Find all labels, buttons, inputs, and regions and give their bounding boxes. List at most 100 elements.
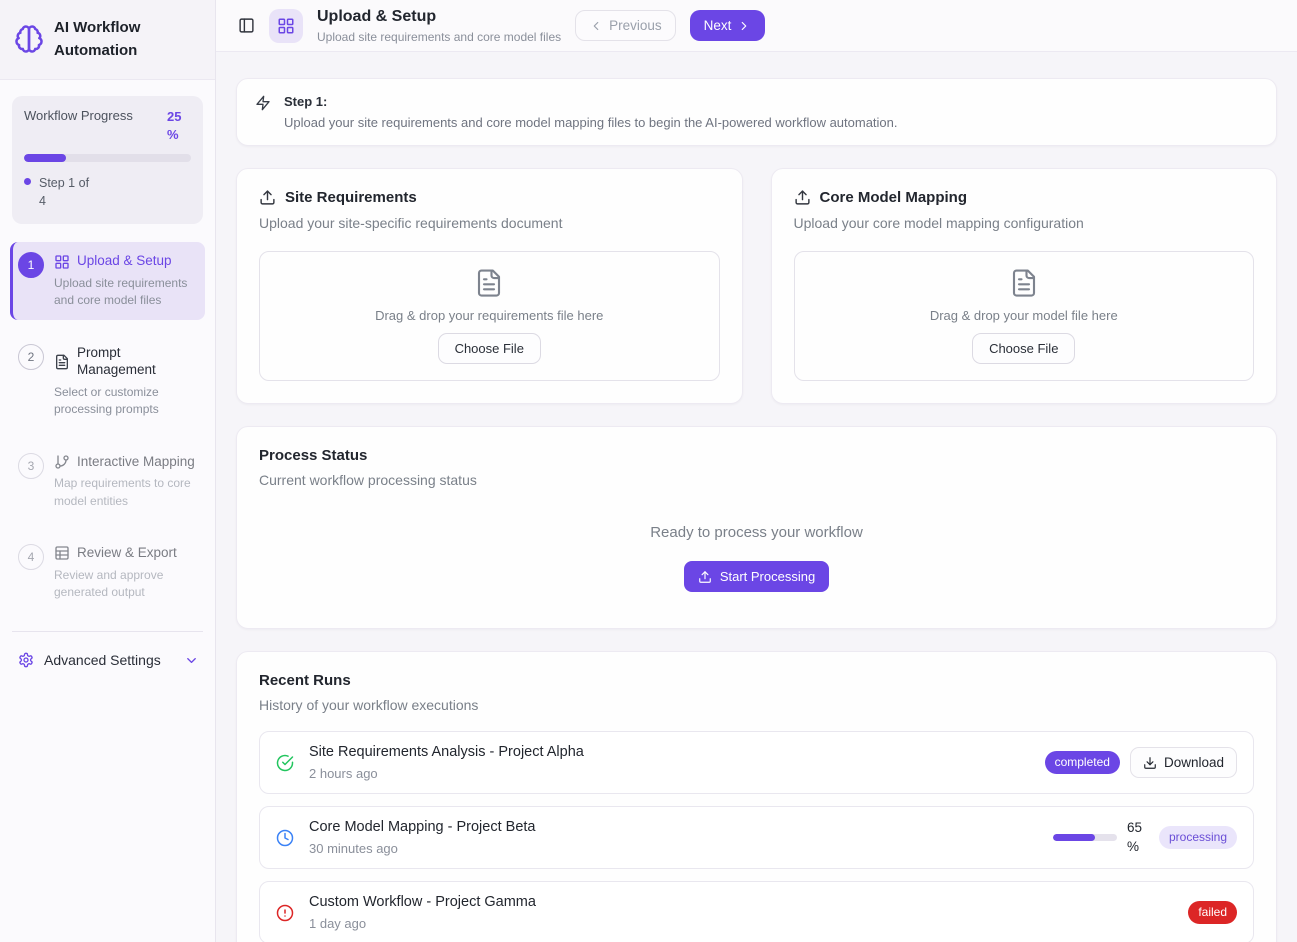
sidebar-item-desc: Upload site requirements and core model … bbox=[54, 275, 199, 310]
table-icon bbox=[54, 545, 70, 561]
sidebar: AI Workflow Automation Workflow Progress… bbox=[0, 0, 216, 942]
file-text-icon bbox=[474, 268, 504, 298]
upload-cards: Site Requirements Upload your site-speci… bbox=[236, 168, 1277, 404]
sidebar-header: AI Workflow Automation bbox=[0, 0, 215, 80]
gear-icon bbox=[18, 652, 34, 668]
process-status-subtitle: Current workflow processing status bbox=[259, 472, 1254, 488]
step-number: 4 bbox=[18, 544, 44, 570]
run-name: Core Model Mapping - Project Beta bbox=[309, 819, 535, 835]
alert-circle-icon bbox=[276, 904, 294, 922]
run-percent: 65 % bbox=[1127, 819, 1149, 855]
chevron-down-icon bbox=[184, 653, 199, 668]
ready-text: Ready to process your workflow bbox=[650, 524, 863, 541]
next-button-label: Next bbox=[704, 18, 732, 33]
layout-grid-icon bbox=[277, 17, 295, 35]
dropzone-hint: Drag & drop your model file here bbox=[930, 308, 1118, 323]
advanced-settings-toggle[interactable]: Advanced Settings bbox=[0, 646, 215, 674]
previous-button-label: Previous bbox=[609, 18, 662, 33]
run-name: Custom Workflow - Project Gamma bbox=[309, 894, 536, 910]
step-banner-text: Upload your site requirements and core m… bbox=[284, 115, 898, 130]
step-number: 2 bbox=[18, 344, 44, 370]
step-number: 3 bbox=[18, 453, 44, 479]
upload-icon bbox=[698, 570, 712, 584]
progress-percent: 25 % bbox=[167, 108, 191, 146]
file-text-icon bbox=[54, 354, 70, 370]
check-circle-icon bbox=[276, 754, 294, 772]
sidebar-item-review-export[interactable]: 4 Review & Export Review and approve gen… bbox=[10, 534, 205, 611]
run-row: Custom Workflow - Project Gamma 1 day ag… bbox=[259, 881, 1254, 942]
progress-bar bbox=[24, 154, 191, 162]
status-badge: completed bbox=[1045, 751, 1120, 775]
sidebar-item-label: Upload & Setup bbox=[77, 252, 172, 270]
sidebar-item-label: Prompt Management bbox=[77, 344, 167, 379]
choose-file-button[interactable]: Choose File bbox=[972, 333, 1075, 364]
main-area: Upload & Setup Upload site requirements … bbox=[216, 0, 1297, 942]
dropzone-hint: Drag & drop your requirements file here bbox=[375, 308, 603, 323]
sidebar-toggle-icon[interactable] bbox=[238, 17, 255, 34]
run-row: Core Model Mapping - Project Beta 30 min… bbox=[259, 806, 1254, 869]
run-time: 30 minutes ago bbox=[309, 841, 535, 856]
step-nav: 1 Upload & Setup Upload site requirement… bbox=[0, 232, 215, 611]
run-progress-bar bbox=[1053, 834, 1117, 841]
run-time: 1 day ago bbox=[309, 916, 536, 931]
requirements-dropzone[interactable]: Drag & drop your requirements file here … bbox=[259, 251, 720, 381]
model-dropzone[interactable]: Drag & drop your model file here Choose … bbox=[794, 251, 1255, 381]
layout-grid-icon bbox=[54, 254, 70, 270]
status-badge: processing bbox=[1159, 826, 1237, 850]
zap-icon bbox=[255, 95, 271, 130]
next-button[interactable]: Next bbox=[690, 10, 766, 41]
download-button-label: Download bbox=[1164, 755, 1224, 770]
previous-button[interactable]: Previous bbox=[575, 10, 676, 41]
run-time: 2 hours ago bbox=[309, 766, 584, 781]
run-row: Site Requirements Analysis - Project Alp… bbox=[259, 731, 1254, 794]
recent-runs-title: Recent Runs bbox=[259, 672, 1254, 689]
sidebar-item-interactive-mapping[interactable]: 3 Interactive Mapping Map requirements t… bbox=[10, 443, 205, 520]
upload-icon bbox=[794, 189, 811, 206]
progress-label: Workflow Progress bbox=[24, 108, 133, 146]
brain-icon bbox=[14, 24, 44, 54]
recent-runs-subtitle: History of your workflow executions bbox=[259, 697, 1254, 713]
sidebar-item-label: Review & Export bbox=[77, 544, 177, 562]
run-progress-fill bbox=[1053, 834, 1095, 841]
sidebar-item-prompt-management[interactable]: 2 Prompt Management Select or customize … bbox=[10, 334, 205, 429]
process-status-title: Process Status bbox=[259, 447, 1254, 464]
page-subtitle: Upload site requirements and core model … bbox=[317, 30, 561, 44]
progress-step-note: Step 1 of 4 bbox=[39, 174, 97, 210]
app-title: AI Workflow Automation bbox=[54, 16, 201, 63]
clock-icon bbox=[276, 829, 294, 847]
page-header: Upload & Setup Upload site requirements … bbox=[216, 0, 1297, 52]
file-text-icon bbox=[1009, 268, 1039, 298]
sidebar-item-label: Interactive Mapping bbox=[77, 453, 195, 471]
step-dot bbox=[24, 178, 31, 185]
chevron-left-icon bbox=[589, 19, 603, 33]
workflow-progress-card: Workflow Progress 25 % Step 1 of 4 bbox=[12, 96, 203, 225]
run-name: Site Requirements Analysis - Project Alp… bbox=[309, 744, 584, 760]
sidebar-item-upload-setup[interactable]: 1 Upload & Setup Upload site requirement… bbox=[10, 242, 205, 319]
chevron-right-icon bbox=[737, 19, 751, 33]
sidebar-item-desc: Review and approve generated output bbox=[54, 567, 166, 602]
card-subtitle: Upload your core model mapping configura… bbox=[794, 215, 1255, 231]
sidebar-item-desc: Map requirements to core model entities bbox=[54, 475, 199, 510]
start-processing-button[interactable]: Start Processing bbox=[684, 561, 829, 592]
card-subtitle: Upload your site-specific requirements d… bbox=[259, 215, 720, 231]
core-model-mapping-card: Core Model Mapping Upload your core mode… bbox=[771, 168, 1278, 404]
start-processing-label: Start Processing bbox=[720, 569, 815, 584]
process-status-card: Process Status Current workflow processi… bbox=[236, 426, 1277, 629]
sidebar-item-desc: Select or customize processing prompts bbox=[54, 384, 199, 419]
recent-runs-card: Recent Runs History of your workflow exe… bbox=[236, 651, 1277, 942]
site-requirements-card: Site Requirements Upload your site-speci… bbox=[236, 168, 743, 404]
choose-file-button[interactable]: Choose File bbox=[438, 333, 541, 364]
card-title: Site Requirements bbox=[285, 189, 417, 206]
download-button[interactable]: Download bbox=[1130, 747, 1237, 778]
step-number: 1 bbox=[18, 252, 44, 278]
upload-icon bbox=[259, 189, 276, 206]
page-title: Upload & Setup bbox=[317, 7, 561, 26]
step-banner-label: Step 1: bbox=[284, 94, 898, 109]
step-badge bbox=[269, 9, 303, 43]
page-content: Step 1: Upload your site requirements an… bbox=[216, 52, 1297, 942]
sidebar-divider bbox=[12, 631, 203, 632]
git-branch-icon bbox=[54, 454, 70, 470]
advanced-settings-label: Advanced Settings bbox=[44, 652, 161, 668]
status-badge: failed bbox=[1188, 901, 1237, 925]
card-title: Core Model Mapping bbox=[820, 189, 968, 206]
